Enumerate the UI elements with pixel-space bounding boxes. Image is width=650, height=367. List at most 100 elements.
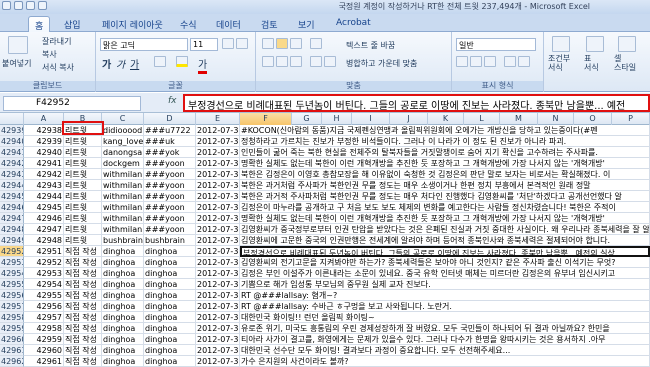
align-middle-icon[interactable] <box>276 38 288 49</box>
column-header[interactable]: D <box>144 113 196 125</box>
cell-b[interactable]: 리트윗 <box>64 136 102 147</box>
increase-decimal-icon[interactable] <box>504 56 516 67</box>
cell-e[interactable]: 2012-07-31 <box>196 125 240 136</box>
italic-icon[interactable]: 가 <box>116 56 125 71</box>
cell-e[interactable]: 2012-07-31 <box>196 136 240 147</box>
cell-a[interactable]: 42944 <box>24 191 64 202</box>
cell-c[interactable]: bushbrain <box>102 235 144 246</box>
cell-e[interactable]: 2012-07-31 <box>196 345 240 356</box>
cell-f[interactable]: 김영환씨의 전기고문을 지켜봐야만 하는가? 종북세력들은 보아야 아니 것인지… <box>240 257 650 268</box>
cell-c[interactable]: withmilan <box>102 180 144 191</box>
cell-d[interactable]: ###yoon <box>144 169 196 180</box>
formula-input[interactable]: 부정경선으로 비례대표된 두년놈이 버틴다. 그들의 공로로 이땅에 진보는 사… <box>183 94 650 112</box>
cell-styles-icon[interactable] <box>618 36 636 52</box>
conditional-format-button[interactable]: 조건부 서식 <box>548 54 570 72</box>
cell-d[interactable]: ###yoon <box>144 202 196 213</box>
row-header[interactable]: 42949 <box>0 235 24 246</box>
tab-data[interactable]: 데이터 <box>210 16 247 32</box>
row-header[interactable]: 42960 <box>0 334 24 345</box>
cell-a[interactable]: 42948 <box>24 235 64 246</box>
cell-a[interactable]: 42956 <box>24 301 64 312</box>
cell-a[interactable]: 42942 <box>24 169 64 180</box>
cell-f[interactable]: 김정은 부인 이설주가 이른내라는 소문이 있네요. 중국 유학 인터넷 매체는… <box>240 268 650 279</box>
column-header[interactable]: C <box>102 113 144 125</box>
cell-f[interactable]: 대한민국 선수단 모두 화이팅! 결과보다 과정이 중요합니다. 모두 선전해주… <box>240 345 650 356</box>
align-top-icon[interactable] <box>262 38 274 49</box>
column-header[interactable]: P <box>612 113 650 125</box>
undo-icon[interactable] <box>26 1 35 10</box>
cell-e[interactable]: 2012-07-31 <box>196 323 240 334</box>
insert-function-icon[interactable]: fx <box>168 96 177 106</box>
cell-d[interactable]: dinghoa <box>144 290 196 301</box>
comma-icon[interactable] <box>484 56 496 67</box>
cell-b[interactable]: 직접 작성 <box>64 356 102 367</box>
row-header[interactable]: 42962 <box>0 356 24 367</box>
column-header[interactable]: E <box>196 113 240 125</box>
cell-d[interactable]: ###yoon <box>144 213 196 224</box>
paste-button[interactable]: 붙여넣기 <box>2 58 31 69</box>
cell-b[interactable]: 직접 작성 <box>64 246 102 257</box>
shrink-font-icon[interactable] <box>236 38 248 49</box>
row-header[interactable]: 42943 <box>0 169 24 180</box>
conditional-format-icon[interactable] <box>552 36 570 52</box>
cut-button[interactable]: 잘라내기 <box>42 36 71 47</box>
cell-f[interactable]: 기쁨으로 해가 임성통 부모님의 중무원 실제 교자 진보다. <box>240 279 650 290</box>
cell-d[interactable]: ###yoon <box>144 180 196 191</box>
cell-f[interactable]: 티아라 사가이 결고를, 화영에게는 문제가 있을수 있다. 그러나 다수가 한… <box>240 334 650 345</box>
cell-e[interactable]: 2012-07-31 <box>196 334 240 345</box>
cell-d[interactable]: dinghoa <box>144 279 196 290</box>
cell-e[interactable]: 2012-07-31 <box>196 169 240 180</box>
cell-f[interactable]: 인민들이 굶어 죽는 북한 현실을 전체주의 탈북자들을 거짓말쟁이로 숨어 지… <box>240 147 650 158</box>
cell-d[interactable]: dinghoa <box>144 257 196 268</box>
cell-c[interactable]: withmilan <box>102 224 144 235</box>
cell-c[interactable]: dinghoa <box>102 323 144 334</box>
font-color-icon[interactable]: 가 <box>198 56 208 74</box>
cell-f[interactable]: 북한은 과거적 주사파처럼 북한인권 무를 정도는 매우 처다인 진행했다 김영… <box>240 191 650 202</box>
cell-a[interactable]: 42947 <box>24 224 64 235</box>
row-header[interactable]: 42959 <box>0 323 24 334</box>
cell-a[interactable]: 42940 <box>24 147 64 158</box>
cell-b[interactable]: 직접 작성 <box>64 334 102 345</box>
row-header[interactable]: 42954 <box>0 268 24 279</box>
column-header[interactable]: H <box>322 113 352 125</box>
underline-icon[interactable]: 가 <box>130 56 139 71</box>
borders-icon[interactable] <box>154 56 166 67</box>
cell-a[interactable]: 42958 <box>24 323 64 334</box>
cell-a[interactable]: 42941 <box>24 158 64 169</box>
cell-d[interactable]: dinghoa <box>144 356 196 367</box>
cell-f[interactable]: 명확한 실체도 없는데 북한이 이런 개혁개방을 추진한 듯 포장하고 그 개혁… <box>240 158 650 169</box>
tab-insert[interactable]: 삽입 <box>58 16 87 32</box>
column-header[interactable]: J <box>390 113 428 125</box>
cell-c[interactable]: kang_love <box>102 136 144 147</box>
cell-e[interactable]: 2012-07-31 <box>196 224 240 235</box>
cell-e[interactable]: 2012-07-31 <box>196 290 240 301</box>
align-center-icon[interactable] <box>276 56 288 67</box>
cell-c[interactable]: dinghoa <box>102 279 144 290</box>
merge-center-button[interactable]: 병합하고 가운데 맞춤 <box>346 58 417 69</box>
cell-b[interactable]: 직접 작성 <box>64 268 102 279</box>
increase-indent-icon[interactable] <box>324 56 336 67</box>
cell-d[interactable]: bushbrain <box>144 235 196 246</box>
column-header[interactable]: F <box>240 113 292 125</box>
worksheet-grid[interactable]: A B C D E F G H I J K L M N O P 42939 429… <box>0 113 650 367</box>
cell-e[interactable]: 2012-07-31 <box>196 213 240 224</box>
cell-c[interactable]: withmilan <box>102 213 144 224</box>
cell-d[interactable]: ###u7722 <box>144 125 196 136</box>
cell-a[interactable]: 42961 <box>24 356 64 367</box>
cell-f[interactable]: 김영환씨에 고문한 중국의 인권만행은 전세계에 알려야 하며 등어적 종북인사… <box>240 235 650 246</box>
cell-b[interactable]: 리트윗 <box>64 169 102 180</box>
cell-a[interactable]: 42952 <box>24 257 64 268</box>
cell-f[interactable]: RT @###lallsay: 혐개~? <box>240 290 650 301</box>
cell-c[interactable]: dinghoa <box>102 334 144 345</box>
cell-e[interactable]: 2012-07-31 <box>196 301 240 312</box>
cell-a[interactable]: 42951 <box>24 246 64 257</box>
column-header[interactable]: A <box>24 113 64 125</box>
cell-e[interactable]: 2012-07-31 <box>196 191 240 202</box>
grow-font-icon[interactable] <box>222 38 234 49</box>
cell-b[interactable]: 리트윗 <box>64 191 102 202</box>
cell-c[interactable]: dinghoa <box>102 345 144 356</box>
cell-b[interactable]: 리트윗 <box>64 224 102 235</box>
cell-d[interactable]: dinghoa <box>144 312 196 323</box>
cell-b[interactable]: 리트윗 <box>64 213 102 224</box>
cell-d[interactable]: ###uk <box>144 136 196 147</box>
